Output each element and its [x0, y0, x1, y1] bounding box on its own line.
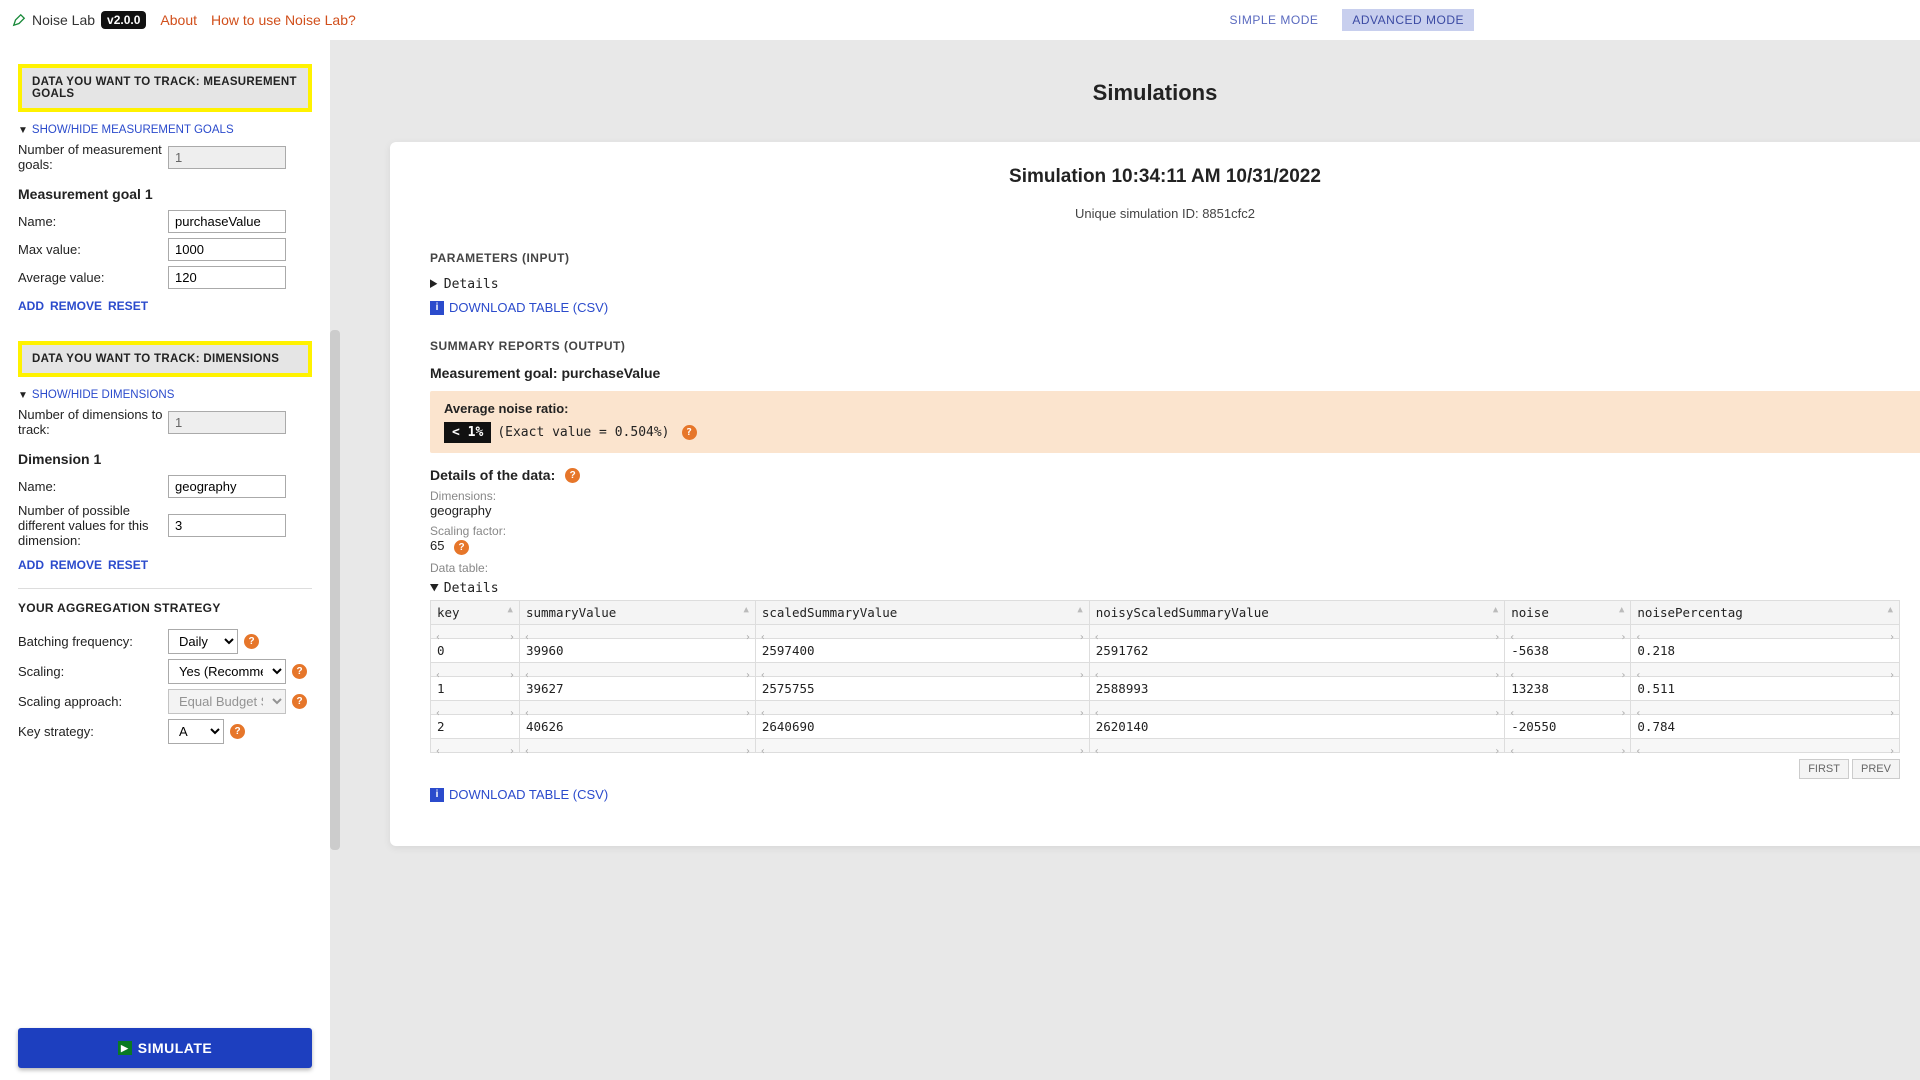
help-icon[interactable]: ? [454, 540, 469, 555]
advanced-mode-tab[interactable]: ADVANCED MODE [1342, 9, 1474, 31]
table-row: 13962725757552588993132380.511 [431, 677, 1900, 701]
simple-mode-tab[interactable]: SIMPLE MODE [1220, 9, 1329, 31]
table-header[interactable]: scaledSummaryValue▲ [755, 601, 1089, 625]
goal-max-label: Max value: [18, 242, 168, 257]
help-icon[interactable]: ? [682, 425, 697, 440]
keystrat-label: Key strategy: [18, 724, 168, 739]
help-icon[interactable]: ? [292, 694, 307, 709]
goal-max-input[interactable] [168, 238, 286, 261]
brand-label: Noise Lab [32, 12, 95, 28]
noise-badge: < 1% [444, 422, 491, 443]
approach-label: Scaling approach: [18, 694, 168, 709]
add-dim-button[interactable]: ADD [18, 558, 44, 572]
about-link[interactable]: About [160, 12, 197, 28]
aggregation-title: YOUR AGGREGATION STRATEGY [18, 601, 312, 615]
dim-name-label: Name: [18, 479, 168, 494]
data-table: key▲summaryValue▲scaledSummaryValue▲nois… [430, 600, 1900, 753]
section-measurement-goals: DATA YOU WANT TO TRACK: MEASUREMENT GOAL… [18, 64, 312, 112]
add-goal-button[interactable]: ADD [18, 299, 44, 313]
parameters-heading: PARAMETERS (INPUT) [430, 251, 1900, 265]
keystrat-select[interactable]: A [168, 719, 224, 744]
toggle-measurement-goals[interactable]: SHOW/HIDE MEASUREMENT GOALS [18, 124, 312, 136]
goal-name-input[interactable] [168, 210, 286, 233]
dim-vals-input[interactable] [168, 514, 286, 537]
goal-avg-label: Average value: [18, 270, 168, 285]
details-of-data-label: Details of the data: [430, 467, 555, 483]
goal-avg-input[interactable] [168, 266, 286, 289]
scaling-select[interactable]: Yes (Recommended) [168, 659, 286, 684]
play-icon: ▶ [118, 1041, 132, 1055]
simulation-title: Simulation 10:34:11 AM 10/31/2022 [430, 166, 1900, 188]
help-icon[interactable]: ? [565, 468, 580, 483]
pencil-icon [12, 13, 26, 27]
summary-heading: SUMMARY REPORTS (OUTPUT) [430, 339, 1900, 353]
table-row: 03996025974002591762-56380.218 [431, 639, 1900, 663]
batch-label: Batching frequency: [18, 634, 168, 649]
dim-vals-label: Number of possible different values for … [18, 503, 168, 548]
sf-meta-value: 65 [430, 538, 444, 553]
table-header[interactable]: noise▲ [1505, 601, 1631, 625]
measurement-goal-title: Measurement goal: purchaseValue [430, 365, 1900, 381]
info-icon: i [430, 301, 444, 315]
scrollbar[interactable] [330, 330, 340, 850]
scaling-label: Scaling: [18, 664, 168, 679]
data-table-details[interactable]: Details key▲summaryValue▲scaledSummaryVa… [430, 581, 1900, 779]
num-dims-label: Number of dimensions to track: [18, 407, 168, 437]
parameters-details[interactable]: Details [430, 277, 1900, 292]
noise-ratio-box: Average noise ratio: < 1% (Exact value =… [430, 391, 1920, 453]
reset-dim-button[interactable]: RESET [108, 558, 148, 572]
table-header[interactable]: summaryValue▲ [519, 601, 755, 625]
dt-meta-label: Data table: [430, 561, 1900, 575]
goal-1-title: Measurement goal 1 [18, 186, 312, 202]
table-header[interactable]: key▲ [431, 601, 520, 625]
download-table-link[interactable]: iDOWNLOAD TABLE (CSV) [430, 787, 1900, 802]
batch-select[interactable]: Daily [168, 629, 238, 654]
table-header[interactable]: noisyScaledSummaryValue▲ [1089, 601, 1505, 625]
howto-link[interactable]: How to use Noise Lab? [211, 12, 356, 28]
sf-meta-label: Scaling factor: [430, 524, 1900, 538]
num-goals-label: Number of measurement goals: [18, 142, 168, 172]
prev-button[interactable]: PREV [1852, 759, 1900, 779]
noise-label: Average noise ratio: [444, 401, 1900, 416]
goal-name-label: Name: [18, 214, 168, 229]
version-badge: v2.0.0 [101, 11, 146, 29]
approach-select[interactable]: Equal Budget Split [168, 689, 286, 714]
table-row: 24062626406902620140-205500.784 [431, 715, 1900, 739]
toggle-dimensions[interactable]: SHOW/HIDE DIMENSIONS [18, 389, 312, 401]
remove-dim-button[interactable]: REMOVE [50, 558, 102, 572]
help-icon[interactable]: ? [244, 634, 259, 649]
help-icon[interactable]: ? [292, 664, 307, 679]
num-goals-input[interactable] [168, 146, 286, 169]
page-title: Simulations [390, 80, 1920, 106]
help-icon[interactable]: ? [230, 724, 245, 739]
info-icon: i [430, 788, 444, 802]
brand: Noise Lab v2.0.0 [12, 11, 146, 29]
simulation-id: Unique simulation ID: 8851cfc2 [430, 206, 1900, 221]
dim-1-title: Dimension 1 [18, 451, 312, 467]
reset-goal-button[interactable]: RESET [108, 299, 148, 313]
simulate-button[interactable]: ▶ SIMULATE [18, 1028, 312, 1068]
section-dimensions: DATA YOU WANT TO TRACK: DIMENSIONS [18, 341, 312, 377]
first-button[interactable]: FIRST [1799, 759, 1849, 779]
table-header[interactable]: noisePercentag▲ [1631, 601, 1900, 625]
download-params-link[interactable]: iDOWNLOAD TABLE (CSV) [430, 300, 1900, 315]
remove-goal-button[interactable]: REMOVE [50, 299, 102, 313]
noise-exact: (Exact value = 0.504%) [497, 425, 669, 440]
dims-meta-value: geography [430, 503, 1900, 518]
dim-name-input[interactable] [168, 475, 286, 498]
num-dims-input[interactable] [168, 411, 286, 434]
dims-meta-label: Dimensions: [430, 489, 1900, 503]
